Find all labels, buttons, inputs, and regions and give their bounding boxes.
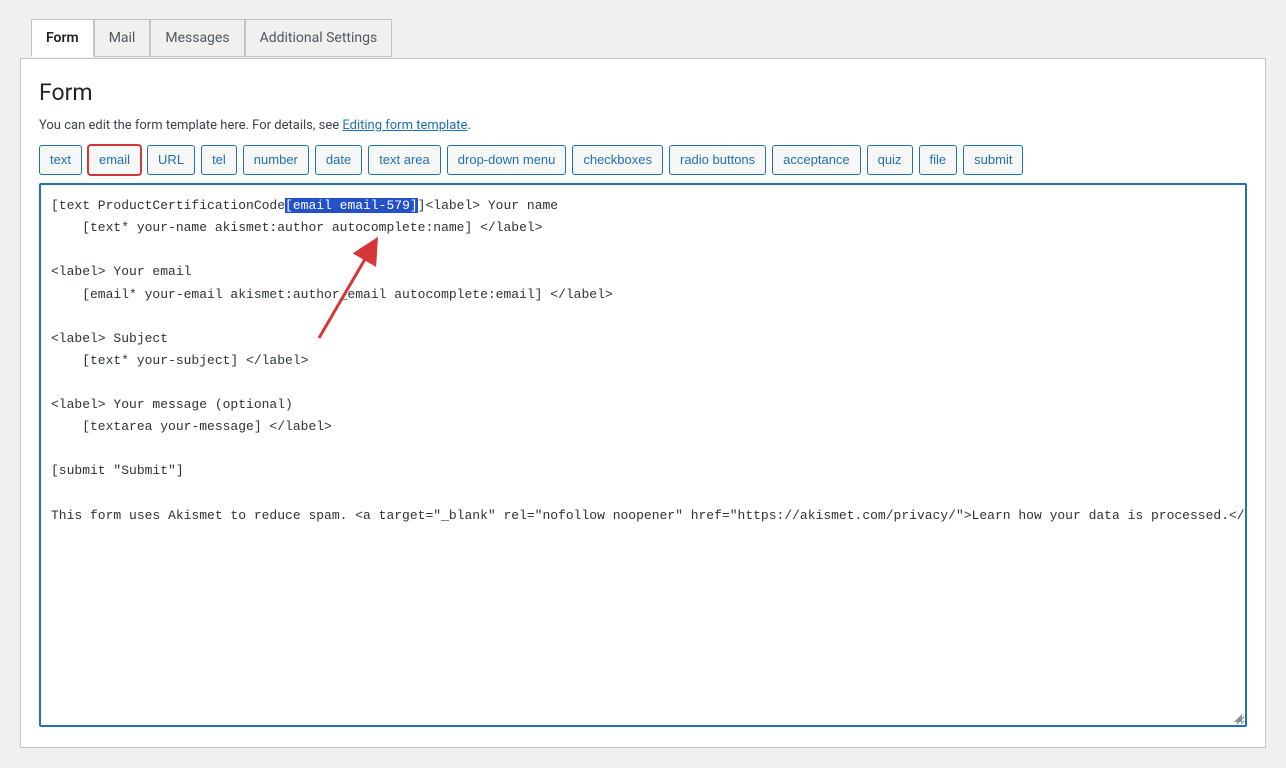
tab-messages[interactable]: Messages [150, 19, 244, 57]
editor-line1-after: ]<label> Your name [418, 198, 558, 213]
form-editor-container: [text ProductCertificationCode[email ema… [39, 183, 1247, 727]
tab-mail[interactable]: Mail [94, 19, 151, 57]
tag-file-button[interactable]: file [919, 145, 958, 175]
editor-line1-before: [text ProductCertificationCode [51, 198, 285, 213]
editor-rest: [text* your-name akismet:author autocomp… [51, 220, 1245, 522]
tag-textarea-button[interactable]: text area [368, 145, 441, 175]
tab-form[interactable]: Form [31, 19, 94, 57]
tag-email-button[interactable]: email [88, 145, 141, 175]
tag-radio-button[interactable]: radio buttons [669, 145, 766, 175]
editing-form-template-link[interactable]: Editing form template [342, 118, 467, 133]
description-text-after: . [467, 118, 470, 133]
form-panel: Form You can edit the form template here… [20, 58, 1266, 748]
form-editor[interactable]: [text ProductCertificationCode[email ema… [41, 185, 1245, 725]
tag-checkboxes-button[interactable]: checkboxes [572, 145, 663, 175]
tag-text-button[interactable]: text [39, 145, 82, 175]
description-text: You can edit the form template here. For… [39, 118, 342, 133]
page-description: You can edit the form template here. For… [39, 118, 1247, 133]
tab-bar: Form Mail Messages Additional Settings [31, 19, 1266, 57]
tag-number-button[interactable]: number [243, 145, 309, 175]
tab-additional-settings[interactable]: Additional Settings [245, 19, 393, 57]
tag-button-row: text email URL tel number date text area… [39, 145, 1247, 175]
editor-selection: [email email-579] [285, 198, 418, 213]
tag-acceptance-button[interactable]: acceptance [772, 145, 861, 175]
tag-url-button[interactable]: URL [147, 145, 195, 175]
tag-submit-button[interactable]: submit [963, 145, 1023, 175]
tag-quiz-button[interactable]: quiz [867, 145, 913, 175]
tag-tel-button[interactable]: tel [201, 145, 237, 175]
page-heading: Form [39, 79, 1247, 106]
tag-dropdown-button[interactable]: drop-down menu [447, 145, 567, 175]
tag-date-button[interactable]: date [315, 145, 362, 175]
